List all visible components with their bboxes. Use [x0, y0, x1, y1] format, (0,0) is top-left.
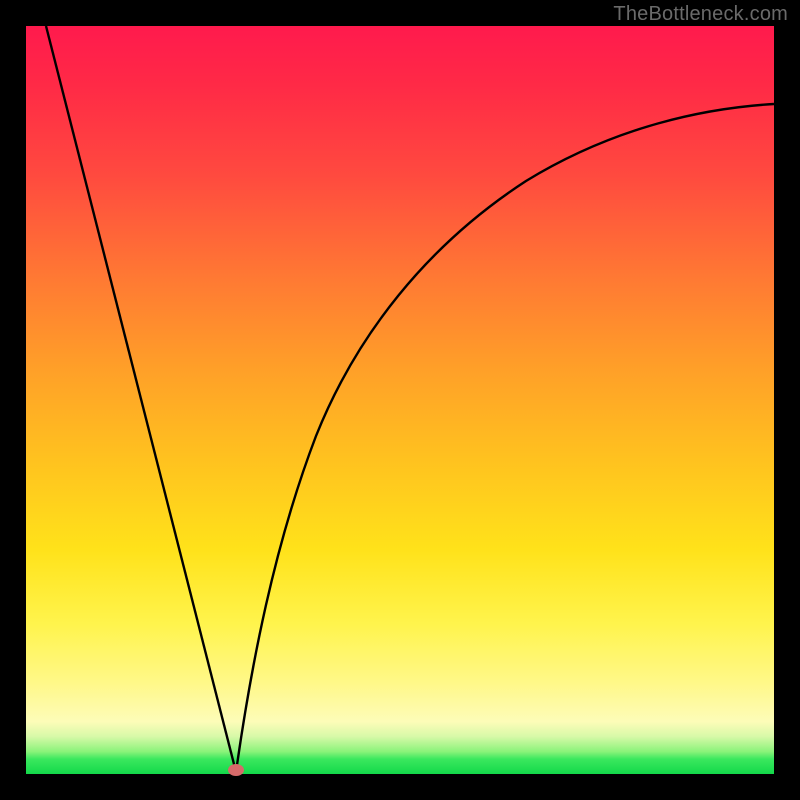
curve-left-branch — [46, 26, 236, 772]
chart-frame: TheBottleneck.com — [0, 0, 800, 800]
curve-right-branch — [236, 104, 774, 772]
trough-marker — [228, 764, 244, 776]
gradient-plot-area — [26, 26, 774, 774]
watermark-text: TheBottleneck.com — [613, 3, 788, 26]
bottleneck-curve — [26, 26, 774, 774]
